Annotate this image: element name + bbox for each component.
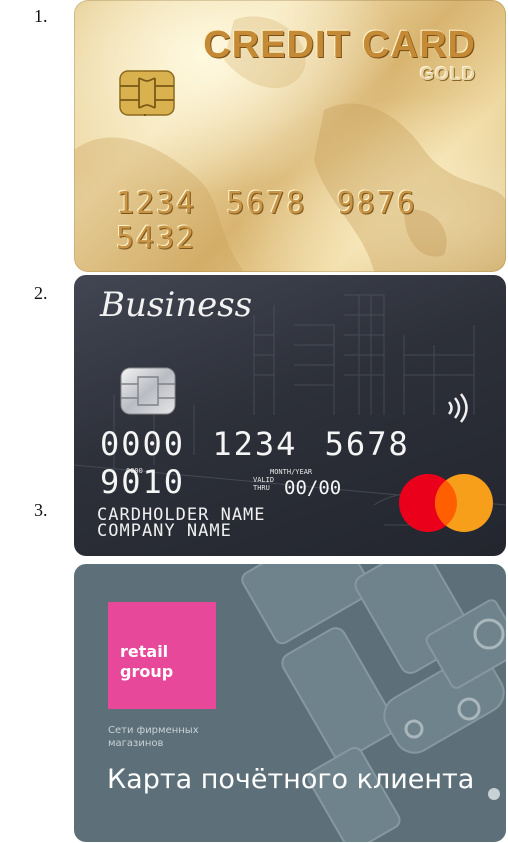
caption-line-1: Сети фирменных	[108, 725, 199, 736]
retail-group-logo: retail group	[108, 602, 216, 709]
card-title: CREDIT CARD	[203, 24, 476, 66]
valid-label: VALID	[253, 476, 275, 484]
caption-line-2: магазинов	[108, 738, 164, 749]
card-label: Карта почётного клиента	[107, 764, 475, 795]
company-name: COMPANY NAME	[97, 521, 232, 541]
item-number-1: 1.	[34, 6, 48, 26]
store-network-caption: Сети фирменных магазинов	[108, 724, 199, 750]
card-number: 1234 5678 9876 5432	[116, 186, 417, 256]
item-number-2: 2.	[34, 283, 48, 303]
cardholder-block: CARDHOLDER NAME COMPANY NAME	[97, 507, 266, 541]
valid-thru-label: VALID THRU	[253, 476, 274, 492]
expiry-date: 00/00	[284, 477, 342, 499]
gold-credit-card: CREDIT CARD GOLD 1234 5678 9876 5432	[74, 0, 506, 272]
mastercard-logo-icon	[399, 474, 493, 532]
thru-label: THRU	[253, 484, 270, 492]
logo-text-line-2: group	[120, 662, 174, 681]
expiry-caption: MONTH/YEAR	[270, 468, 313, 476]
business-card: Business 0000 1234 5678 9010 0000 MONTH/…	[74, 275, 506, 556]
retail-loyalty-card: retail group Сети фирменных магазинов Ка…	[74, 564, 506, 842]
card-tier: GOLD	[420, 64, 476, 84]
contactless-icon	[447, 393, 468, 423]
item-number-3: 3.	[34, 500, 48, 520]
logo-text-line-1: retail	[120, 642, 169, 661]
first-digits: 0000	[126, 467, 143, 475]
chip-icon	[119, 70, 175, 116]
chip-icon	[120, 367, 176, 415]
brand-name: Business	[100, 285, 253, 325]
